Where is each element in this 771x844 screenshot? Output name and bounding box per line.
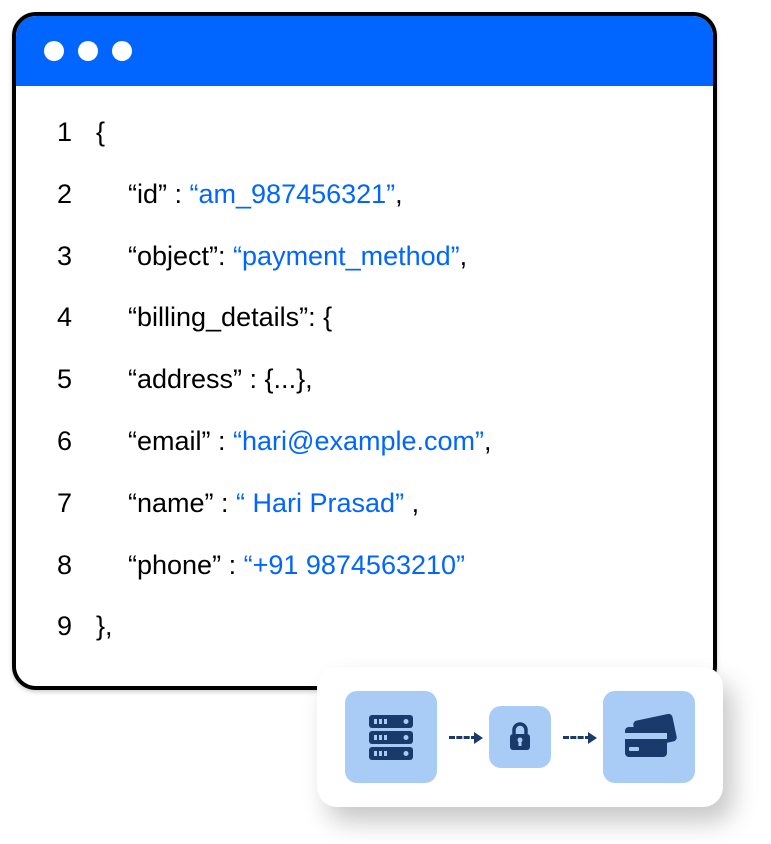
window-control-dot <box>112 41 132 61</box>
arrow-connector-icon <box>563 736 591 739</box>
credit-card-icon <box>603 691 695 783</box>
code-key: “phone” : <box>128 550 244 580</box>
line-number: 1 <box>40 114 72 152</box>
code-key: “billing_details”: { <box>96 299 332 337</box>
line-number: 3 <box>40 238 72 276</box>
code-value: “ Hari Prasad” <box>236 488 404 518</box>
code-value: “am_987456321” <box>190 179 396 209</box>
code-line: 6 “email” : “hari@example.com”, <box>40 423 689 461</box>
flow-panel <box>317 667 723 807</box>
code-suffix: , <box>395 179 403 209</box>
code-line: 7 “name” : “ Hari Prasad” , <box>40 485 689 523</box>
code-key: { <box>96 114 105 152</box>
lock-icon <box>489 706 551 768</box>
line-number: 7 <box>40 485 72 523</box>
server-icon <box>345 691 437 783</box>
code-suffix: , <box>460 241 468 271</box>
code-line: 5 “address” : {...}, <box>40 361 689 399</box>
window-titlebar <box>16 16 713 86</box>
code-line: 9 }, <box>40 608 689 646</box>
code-line: 2 “id” : “am_987456321”, <box>40 176 689 214</box>
code-suffix: , <box>484 426 492 456</box>
code-line: 4 “billing_details”: { <box>40 299 689 337</box>
code-key: “name” : <box>128 488 236 518</box>
code-line: 3 “object”: “payment_method”, <box>40 238 689 276</box>
code-key: “object”: <box>128 241 233 271</box>
line-number: 5 <box>40 361 72 399</box>
line-number: 9 <box>40 608 72 646</box>
line-number: 6 <box>40 423 72 461</box>
code-key: “id” : <box>128 179 190 209</box>
code-key: }, <box>96 608 113 646</box>
arrow-connector-icon <box>449 736 477 739</box>
code-line: 1 { <box>40 114 689 152</box>
line-number: 8 <box>40 547 72 585</box>
code-value: “+91 9874563210” <box>244 550 465 580</box>
code-window: 1 { 2 “id” : “am_987456321”, 3 “object”:… <box>12 12 717 690</box>
window-control-dot <box>44 41 64 61</box>
window-control-dot <box>78 41 98 61</box>
code-key: “email” : <box>128 426 233 456</box>
line-number: 4 <box>40 299 72 337</box>
line-number: 2 <box>40 176 72 214</box>
code-area: 1 { 2 “id” : “am_987456321”, 3 “object”:… <box>16 86 713 686</box>
code-key: “address” : {...}, <box>96 361 313 399</box>
code-suffix: , <box>404 488 419 518</box>
code-line: 8 “phone” : “+91 9874563210” <box>40 547 689 585</box>
code-value: “payment_method” <box>233 241 460 271</box>
code-value: “hari@example.com” <box>233 426 484 456</box>
